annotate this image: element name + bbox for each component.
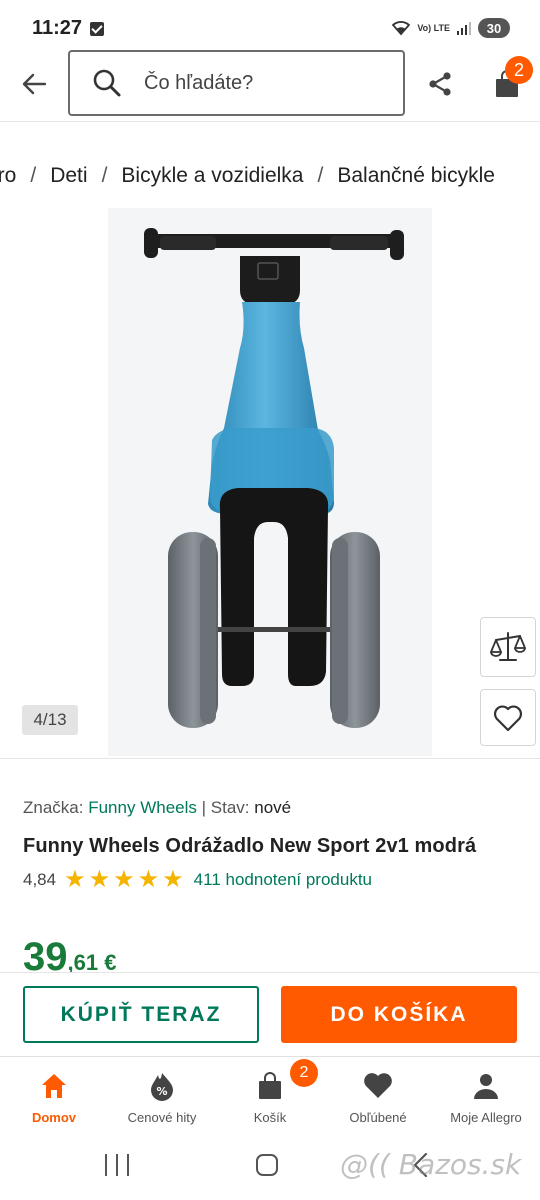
- brand-link[interactable]: Funny Wheels: [88, 798, 197, 817]
- nav-item-favorites[interactable]: Obľúbené: [324, 1065, 432, 1135]
- recents-icon: [105, 1154, 107, 1176]
- cart-icon: [259, 1072, 281, 1099]
- meta-separator: |: [201, 798, 207, 817]
- cart-nav-badge: 2: [290, 1059, 318, 1087]
- price-hits-icon: %: [151, 1073, 173, 1101]
- cart-count-badge: 2: [505, 56, 533, 84]
- battery-indicator: 30: [478, 18, 510, 38]
- compare-button[interactable]: [480, 617, 536, 677]
- scales-icon: [490, 632, 526, 661]
- breadcrumb-item-balancne[interactable]: Balančné bicykle: [337, 164, 495, 188]
- volte-indicator: Vo) LTE: [417, 22, 450, 33]
- rating-value: 4,84: [23, 870, 57, 889]
- breadcrumb-separator: /: [101, 164, 108, 187]
- star-icon: ★: [88, 866, 111, 893]
- breadcrumb-separator: /: [30, 164, 37, 187]
- system-navigation-bar: @(( Bazos.sk: [0, 1140, 540, 1200]
- svg-text:%: %: [156, 1085, 167, 1098]
- signal-icon: [457, 22, 471, 35]
- product-price: 39,61 €: [23, 935, 116, 975]
- image-counter: 4/13: [22, 705, 78, 735]
- search-icon: [93, 69, 121, 97]
- star-icon: ★: [113, 866, 135, 893]
- product-image[interactable]: [108, 208, 432, 756]
- nav-item-home[interactable]: Domov: [0, 1065, 108, 1135]
- state-value: nové: [254, 798, 292, 817]
- heart-icon: [364, 1073, 392, 1098]
- rating-stars: ★ ★ ★ ★ ★: [64, 866, 184, 893]
- breadcrumb-item-bicykle[interactable]: Bicykle a vozidielka: [121, 164, 303, 188]
- price-main: 39: [23, 935, 68, 975]
- nav-label-favorites: Obľúbené: [349, 1110, 407, 1125]
- breadcrumb-separator: /: [317, 164, 324, 187]
- star-icon: ★: [162, 866, 184, 893]
- home-button[interactable]: [256, 1154, 278, 1176]
- product-title: Funny Wheels Odrážadlo New Sport 2v1 mod…: [23, 835, 477, 857]
- brand-label: Značka:: [23, 798, 84, 817]
- search-input[interactable]: Čo hľadáte?: [68, 50, 405, 116]
- product-meta: Značka: Funny Wheels | Stav: nové: [23, 798, 291, 818]
- wifi-icon: [392, 21, 411, 36]
- star-icon: ★: [137, 866, 160, 893]
- nav-label-cart: Košík: [253, 1110, 287, 1125]
- section-divider: [0, 758, 540, 759]
- back-button[interactable]: [14, 64, 54, 104]
- status-indicators: Vo) LTE 30: [391, 18, 510, 38]
- search-placeholder: Čo hľadáte?: [144, 71, 254, 94]
- recents-button[interactable]: [105, 1154, 129, 1176]
- watermark: @(( Bazos.sk: [340, 1148, 522, 1181]
- wishlist-button[interactable]: [480, 689, 536, 746]
- rating-row[interactable]: 4,84 ★ ★ ★ ★ ★ 411 hodnotení produktu: [23, 866, 372, 893]
- breadcrumb-item-allegro[interactable]: gro: [0, 164, 16, 188]
- balance-bike-image: [108, 208, 432, 756]
- bottom-navigation: Domov % Cenové hity Košík Obľúbené Moje …: [0, 1056, 540, 1140]
- add-to-cart-button[interactable]: DO KOŠÍKA: [281, 986, 517, 1043]
- star-icon: ★: [64, 866, 86, 893]
- arrow-left-icon: [22, 73, 47, 95]
- share-icon: [429, 72, 451, 96]
- person-icon: [474, 1074, 498, 1099]
- status-time: 11:27: [32, 17, 83, 39]
- state-label: Stav:: [210, 798, 250, 817]
- share-button[interactable]: [420, 64, 460, 104]
- breadcrumb-item-deti[interactable]: Deti: [50, 164, 87, 188]
- rating-count-link[interactable]: 411 hodnotení produktu: [194, 870, 372, 890]
- nav-item-price-hits[interactable]: % Cenové hity: [108, 1065, 216, 1135]
- home-icon: [42, 1074, 66, 1098]
- breadcrumb: gro / Deti / Bicykle a vozidielka / Bala…: [0, 160, 540, 196]
- nav-label-my-allegro: Moje Allegro: [450, 1110, 522, 1125]
- top-app-bar: Čo hľadáte?: [0, 44, 540, 122]
- nav-label-price-hits: Cenové hity: [127, 1110, 197, 1125]
- purchase-action-bar: KÚPIŤ TERAZ DO KOŠÍKA: [0, 972, 540, 1056]
- heart-outline-icon: [494, 704, 522, 731]
- buy-now-button[interactable]: KÚPIŤ TERAZ: [23, 986, 259, 1043]
- nav-item-my-allegro[interactable]: Moje Allegro: [432, 1065, 540, 1135]
- nav-label-home: Domov: [31, 1110, 77, 1125]
- notification-check-icon: [90, 22, 104, 36]
